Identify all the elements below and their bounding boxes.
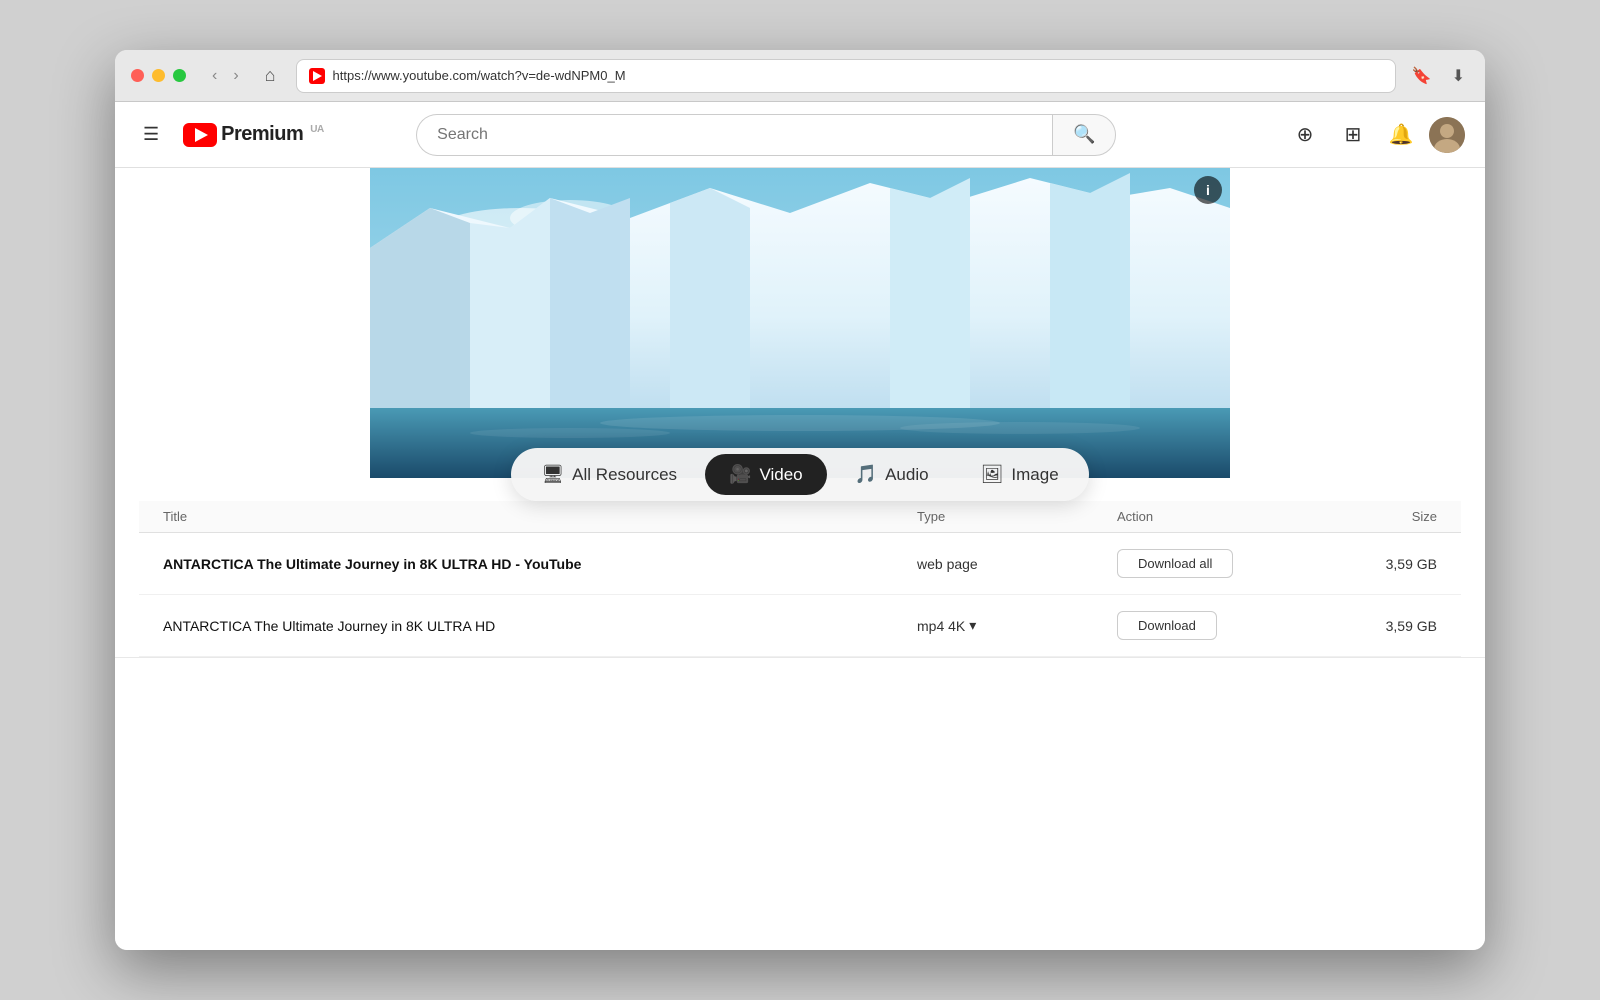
bell-icon: 🔔 — [1389, 122, 1414, 147]
row-1-type: web page — [917, 556, 1117, 572]
create-button[interactable]: ⊕ — [1285, 115, 1325, 155]
download-section: Title Type Action Size ANTARCTICA The Ul… — [115, 501, 1485, 657]
tab-all-resources-label: All Resources — [572, 465, 677, 485]
bottom-area — [115, 657, 1485, 857]
iceberg-scene — [370, 168, 1230, 478]
download-button[interactable]: Download — [1117, 611, 1217, 640]
tab-video-label: Video — [759, 465, 802, 485]
close-button[interactable] — [131, 69, 144, 82]
traffic-lights — [131, 69, 186, 82]
search-button[interactable]: 🔍 — [1052, 114, 1116, 156]
row-2-size: 3,59 GB — [1317, 618, 1437, 634]
video-icon: 🎥 — [729, 464, 751, 485]
row-1-action: Download all — [1117, 549, 1317, 578]
main-content: i 🖥 All Resources 🎥 Video 🎵 Audio — [115, 168, 1485, 950]
image-icon: 🖼 — [981, 464, 1004, 485]
chevron-down-icon: ▾ — [969, 617, 976, 634]
tab-all-resources[interactable]: 🖥 All Resources — [517, 454, 701, 495]
type-dropdown-button[interactable]: ▾ — [969, 617, 976, 634]
back-button[interactable]: ‹ — [206, 63, 223, 89]
row-2-title: ANTARCTICA The Ultimate Journey in 8K UL… — [163, 618, 917, 634]
hamburger-menu-button[interactable]: ☰ — [135, 116, 167, 153]
home-button[interactable]: ⌂ — [257, 61, 284, 90]
browser-download-button[interactable]: ⬇ — [1448, 62, 1469, 90]
create-icon: ⊕ — [1297, 122, 1314, 147]
minimize-button[interactable] — [152, 69, 165, 82]
row-2-type: mp4 4K ▾ — [917, 617, 1117, 634]
col-title-header: Title — [163, 509, 917, 524]
filter-tabs: 🖥 All Resources 🎥 Video 🎵 Audio 🖼 Image — [511, 448, 1088, 501]
row-2-type-text: mp4 4K — [917, 618, 965, 634]
row-1-type-text: web page — [917, 556, 978, 572]
all-resources-icon: 🖥 — [541, 464, 564, 485]
youtube-header: ☰ Premium UA 🔍 ⊕ ⊞ 🔔 — [115, 102, 1485, 168]
tab-audio[interactable]: 🎵 Audio — [831, 454, 953, 495]
youtube-logo[interactable]: Premium UA — [183, 123, 324, 147]
row-2-type-select: mp4 4K ▾ — [917, 617, 1117, 634]
apps-button[interactable]: ⊞ — [1333, 115, 1373, 155]
site-favicon — [309, 68, 325, 84]
apps-icon: ⊞ — [1345, 122, 1362, 147]
col-type-header: Type — [917, 509, 1117, 524]
tab-image[interactable]: 🖼 Image — [957, 454, 1083, 495]
info-button[interactable]: i — [1194, 176, 1222, 204]
col-action-header: Action — [1117, 509, 1317, 524]
video-thumbnail: i — [370, 168, 1230, 478]
nav-buttons: ‹ › — [206, 63, 245, 89]
thumbnail-image: i — [370, 168, 1230, 478]
iceberg-svg — [370, 168, 1230, 478]
col-size-header: Size — [1317, 509, 1437, 524]
notifications-button[interactable]: 🔔 — [1381, 115, 1421, 155]
row-2-action: Download — [1117, 611, 1317, 640]
url-text: https://www.youtube.com/watch?v=de-wdNPM… — [333, 68, 1383, 83]
tab-image-label: Image — [1011, 465, 1058, 485]
filter-tabs-wrapper: 🖥 All Resources 🎥 Video 🎵 Audio 🖼 Image — [115, 448, 1485, 501]
ua-badge: UA — [310, 124, 323, 135]
row-1-size: 3,59 GB — [1317, 556, 1437, 572]
table-header: Title Type Action Size — [139, 501, 1461, 533]
audio-icon: 🎵 — [855, 464, 877, 485]
search-input[interactable] — [416, 114, 1052, 156]
search-icon: 🔍 — [1073, 124, 1095, 145]
forward-button[interactable]: › — [227, 63, 244, 89]
table-row: ANTARCTICA The Ultimate Journey in 8K UL… — [139, 533, 1461, 595]
maximize-button[interactable] — [173, 69, 186, 82]
download-all-button[interactable]: Download all — [1117, 549, 1233, 578]
row-1-title: ANTARCTICA The Ultimate Journey in 8K UL… — [163, 556, 917, 572]
search-container: 🔍 — [416, 114, 1116, 156]
header-actions: ⊕ ⊞ 🔔 — [1285, 115, 1465, 155]
browser-window: ‹ › ⌂ https://www.youtube.com/watch?v=de… — [115, 50, 1485, 950]
title-bar: ‹ › ⌂ https://www.youtube.com/watch?v=de… — [115, 50, 1485, 102]
address-bar[interactable]: https://www.youtube.com/watch?v=de-wdNPM… — [296, 59, 1396, 93]
youtube-logo-text: Premium UA — [221, 123, 324, 146]
tab-audio-label: Audio — [885, 465, 928, 485]
bookmark-button[interactable]: 🔖 — [1408, 62, 1436, 90]
avatar[interactable] — [1429, 117, 1465, 153]
youtube-logo-icon — [183, 123, 217, 147]
table-row: ANTARCTICA The Ultimate Journey in 8K UL… — [139, 595, 1461, 657]
tab-video[interactable]: 🎥 Video — [705, 454, 827, 495]
